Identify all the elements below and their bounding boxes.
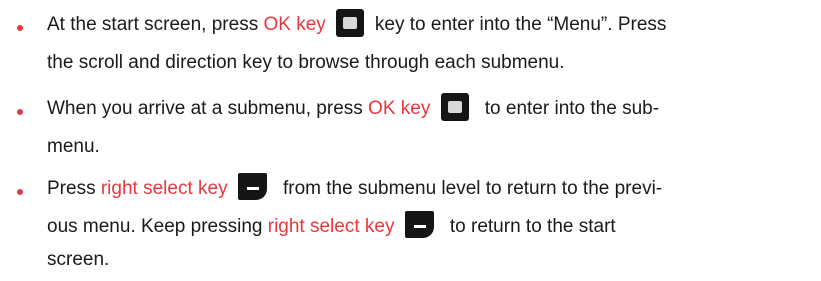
instruction-text: key to enter into the “Menu”. Press bbox=[369, 14, 667, 36]
instruction-text: to return to the start bbox=[444, 216, 616, 237]
instruction-text: the scroll and direction key to browse t… bbox=[47, 52, 565, 73]
instruction-text: When you arrive at a submenu, press bbox=[47, 98, 369, 120]
instruction-2-line-2: menu. bbox=[47, 135, 100, 159]
instruction-list: At the start screen, press OK key key to… bbox=[0, 0, 821, 281]
right-select-key-icon bbox=[238, 173, 268, 201]
instruction-text: screen. bbox=[47, 249, 110, 270]
instruction-1-line-2: the scroll and direction key to browse t… bbox=[47, 51, 565, 75]
instruction-3-line-1: Press right select key from the submenu … bbox=[47, 173, 663, 201]
instruction-text: menu. bbox=[47, 136, 100, 157]
instruction-text: ous menu. Keep pressing bbox=[47, 216, 268, 237]
instruction-text: from the submenu level to return to the … bbox=[277, 178, 663, 199]
ok-key-icon bbox=[440, 93, 469, 121]
right-select-key-icon bbox=[405, 211, 435, 239]
instruction-3-line-3: screen. bbox=[47, 248, 109, 272]
instruction-2-line-1: When you arrive at a submenu, press OK k… bbox=[47, 93, 660, 121]
ok-key-icon bbox=[336, 9, 365, 37]
right-select-key-label: right select key bbox=[100, 178, 228, 199]
instruction-text: to enter into the sub- bbox=[479, 98, 660, 120]
ok-key-label: OK key bbox=[368, 98, 431, 120]
instruction-text: Press bbox=[47, 178, 101, 199]
bullet-marker bbox=[17, 109, 23, 115]
right-select-key-label: right select key bbox=[267, 216, 395, 237]
bullet-marker bbox=[17, 189, 23, 195]
instruction-3-line-2: ous menu. Keep pressing right select key… bbox=[47, 211, 616, 239]
ok-key-label: OK key bbox=[263, 14, 326, 36]
instruction-1-line-1: At the start screen, press OK key key to… bbox=[47, 9, 667, 37]
instruction-text: At the start screen, press bbox=[47, 14, 264, 36]
bullet-marker bbox=[17, 25, 23, 31]
